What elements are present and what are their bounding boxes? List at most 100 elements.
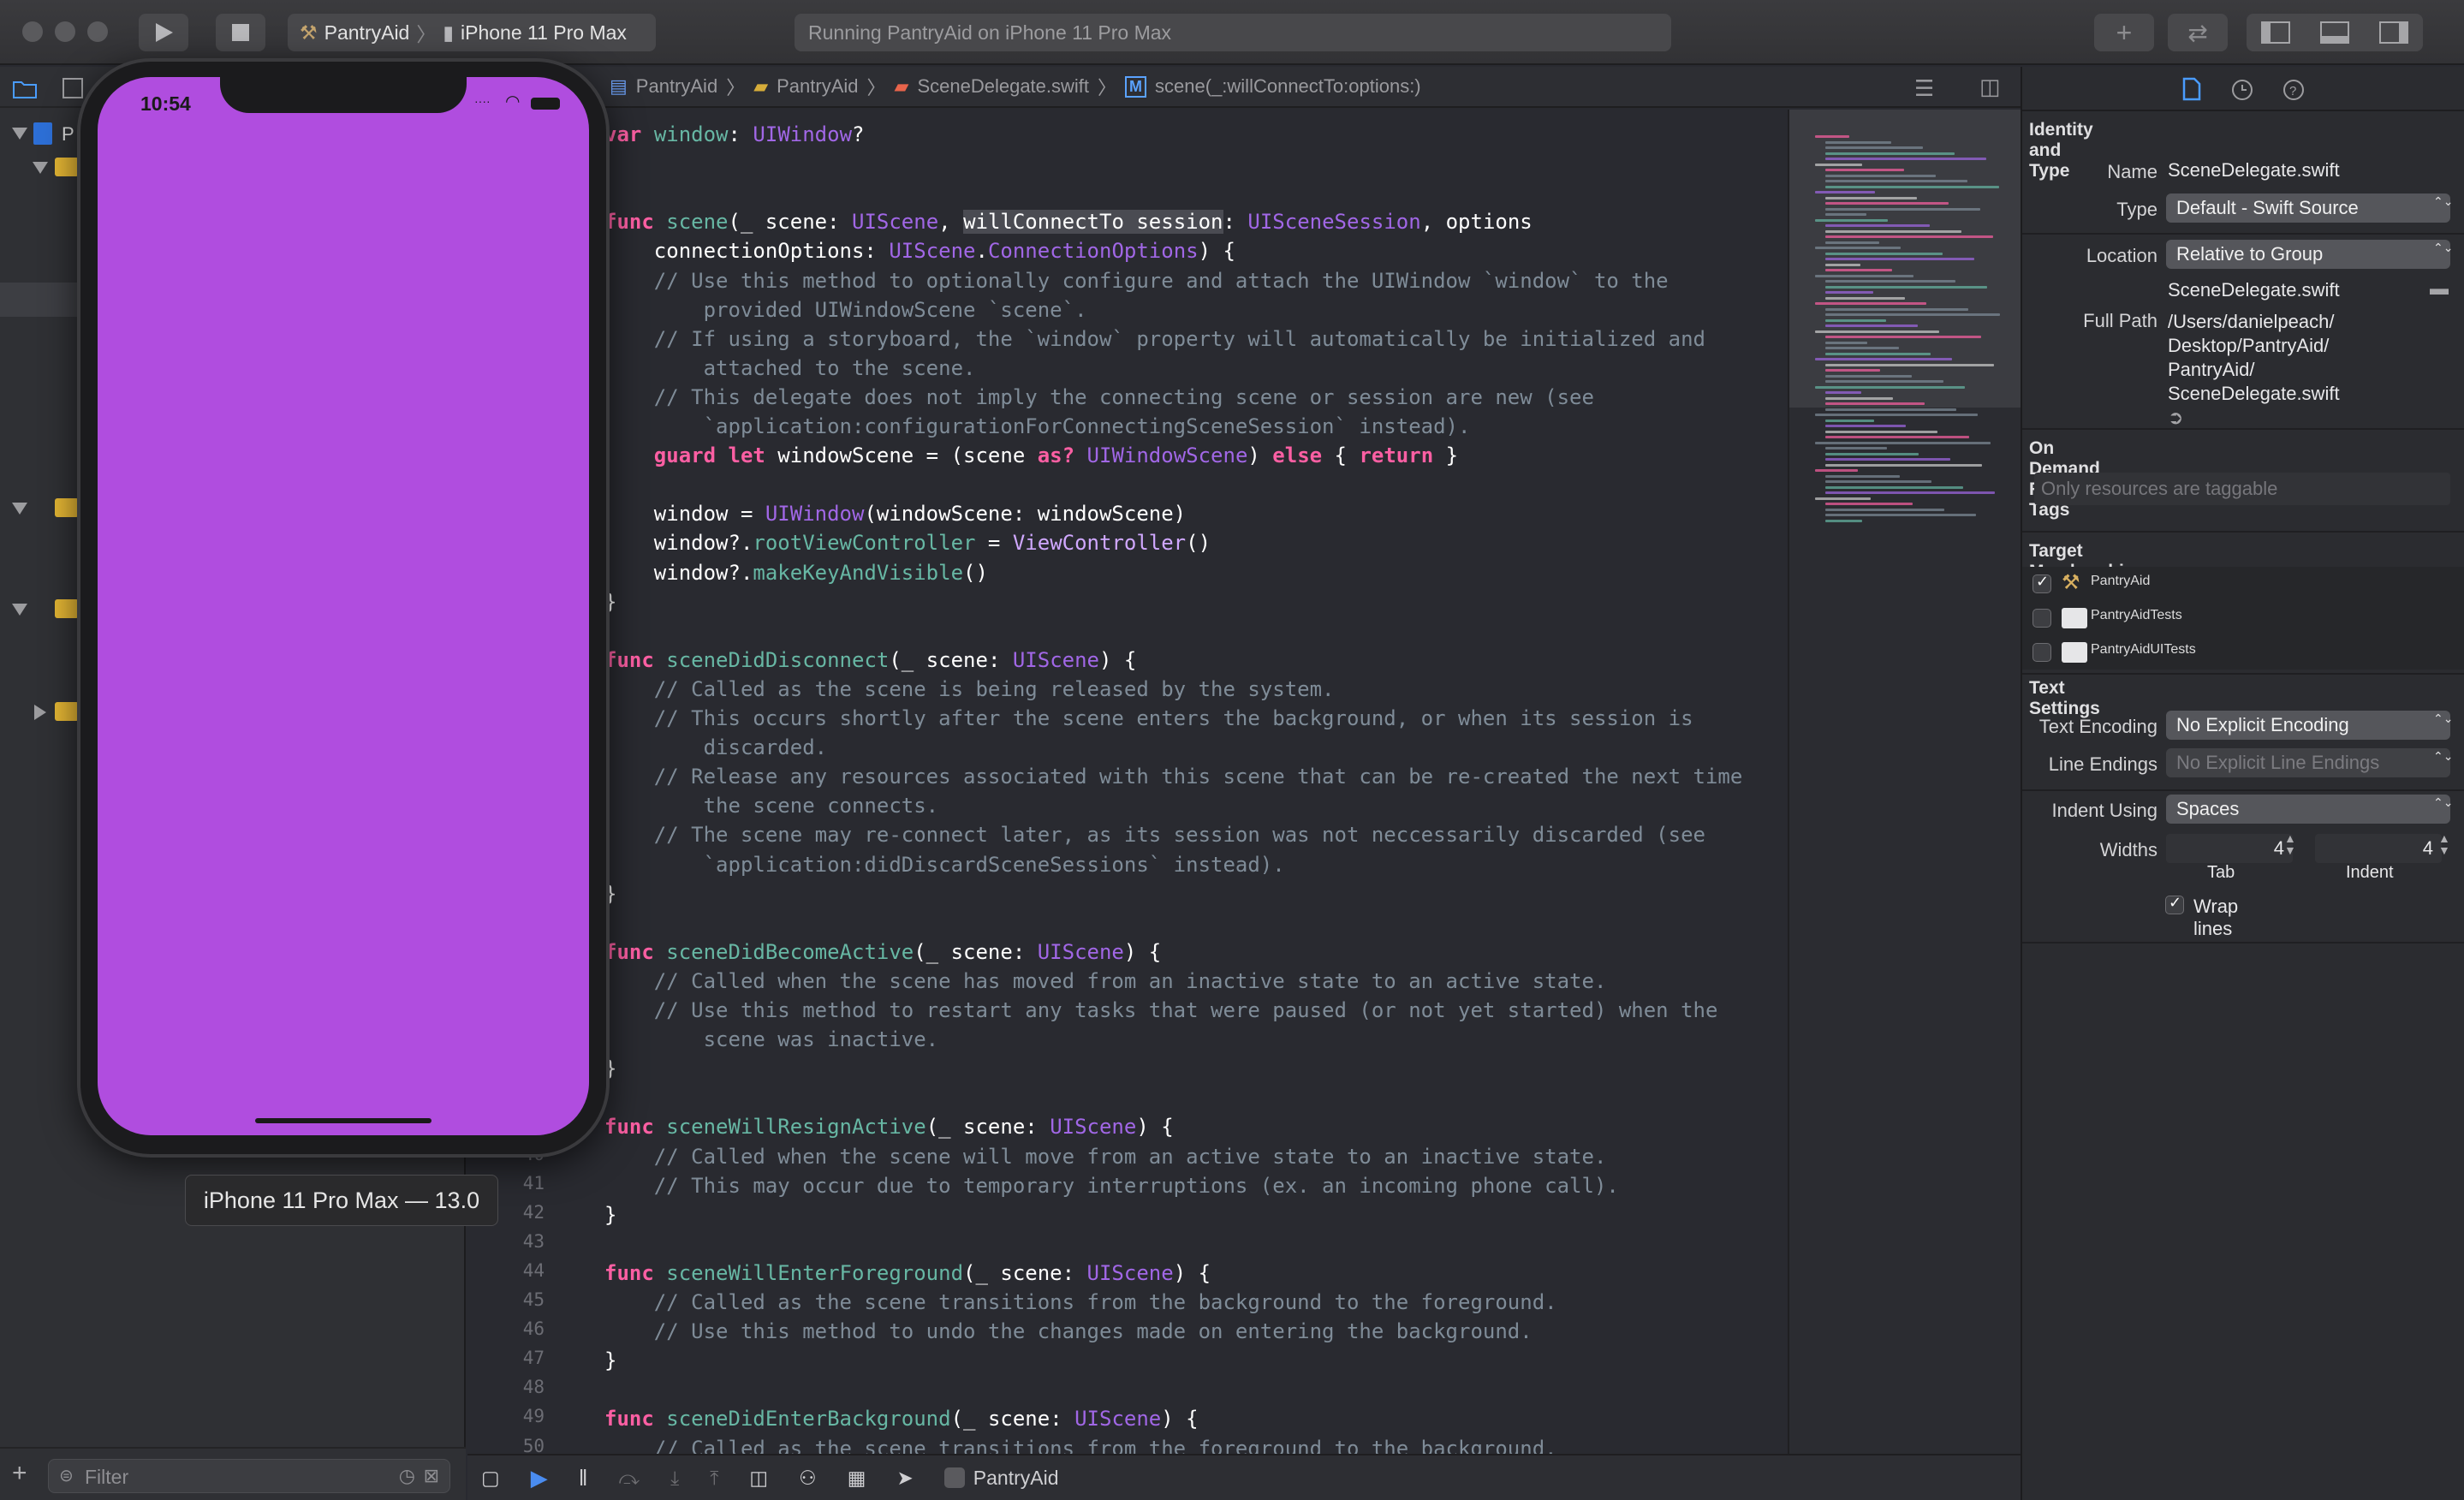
code-line[interactable]: window?.rootViewController = ViewControl… (604, 528, 1211, 557)
crumb-project[interactable]: PantryAid (636, 75, 717, 98)
code-line[interactable]: // Called when the scene will move from … (604, 1142, 1607, 1171)
tab-width-field[interactable]: 4 (2166, 834, 2293, 863)
code-line[interactable]: `application:didDiscardSceneSessions` in… (604, 850, 1285, 879)
step-over-icon[interactable]: ⤼ (618, 1467, 640, 1490)
breakpoints-toggle-icon[interactable]: ▶ (531, 1465, 548, 1491)
minimap[interactable] (1788, 110, 2021, 1454)
crumb-group[interactable]: PantryAid (777, 75, 858, 98)
code-line[interactable]: // This delegate does not imply the conn… (604, 383, 1594, 412)
code-line[interactable]: func sceneWillResignActive(_ scene: UISc… (604, 1112, 1174, 1141)
code-line[interactable]: // Release any resources associated with… (604, 762, 1743, 791)
odr-tags-input[interactable]: Only resources are taggable (2034, 473, 2450, 505)
code-line[interactable]: // This may occur due to temporary inter… (604, 1171, 1619, 1200)
toggle-debug-area-icon[interactable] (2319, 21, 2349, 44)
step-into-icon[interactable]: ⤓ (670, 1467, 679, 1490)
pause-icon[interactable]: ‖ (579, 1465, 588, 1491)
target-row-uitests[interactable]: PantryAidUITests (2022, 635, 2464, 670)
navigator-filter-input[interactable]: ⊜ Filter ◷ ⊠ (48, 1459, 450, 1493)
add-file-icon[interactable]: + (12, 1459, 27, 1488)
disclosure-open-icon[interactable] (12, 128, 27, 140)
source-control-navigator-icon[interactable] (62, 77, 84, 99)
toggle-navigator-icon[interactable] (2261, 21, 2291, 44)
indent-width-stepper[interactable]: ▲ ▼ (2438, 832, 2450, 856)
choose-folder-icon[interactable]: ▬ (2430, 277, 2449, 300)
code-line[interactable]: func sceneDidDisconnect(_ scene: UIScene… (604, 646, 1136, 675)
simulator-screen[interactable]: 10:54 ···· ◠ (98, 77, 589, 1135)
step-out-icon[interactable]: ⤒ (710, 1467, 718, 1490)
environment-overrides-icon[interactable]: ▦ (848, 1467, 866, 1490)
wrap-lines-checkbox[interactable] (2165, 894, 2184, 914)
code-line[interactable]: guard let windowScene = (scene as? UIWin… (604, 441, 1458, 470)
file-inspector-icon[interactable] (2181, 77, 2202, 101)
code-review-button[interactable]: ⇄ (2168, 14, 2228, 51)
code-line[interactable]: attached to the scene. (604, 354, 976, 383)
editor-options-icon[interactable]: ☰ (1914, 75, 1934, 102)
close-window-button[interactable] (22, 21, 43, 42)
disclosure-open-icon[interactable] (12, 503, 27, 515)
name-field[interactable]: SceneDelegate.swift (1858, 156, 2450, 185)
code-line[interactable]: // Called as the scene is being released… (604, 675, 1335, 704)
code-line[interactable]: func sceneDidBecomeActive(_ scene: UISce… (604, 938, 1161, 967)
crumb-method[interactable]: scene(_:willConnectTo:options:) (1155, 75, 1421, 98)
code-line[interactable]: // Use this method to undo the changes m… (604, 1317, 1533, 1346)
code-line[interactable]: `application:configurationForConnectingS… (604, 412, 1471, 441)
crumb-file[interactable]: SceneDelegate.swift (917, 75, 1089, 98)
code-line[interactable]: // Use this method to optionally configu… (604, 266, 1669, 295)
code-line[interactable]: the scene connects. (604, 791, 939, 820)
code-line[interactable]: func sceneDidEnterBackground(_ scene: UI… (604, 1404, 1199, 1433)
quick-help-icon[interactable]: ? (2282, 79, 2305, 101)
source-control-filter-icon[interactable]: ⊠ (424, 1465, 439, 1487)
code-line[interactable]: // The scene may re-connect later, as it… (604, 820, 1705, 849)
hide-debug-area-icon[interactable]: ▢ (481, 1467, 500, 1490)
encoding-popup[interactable]: No Explicit Encoding (2166, 711, 2450, 740)
zoom-window-button[interactable] (87, 21, 108, 42)
indent-using-popup[interactable]: Spaces (2166, 795, 2450, 824)
disclosure-open-icon[interactable] (33, 162, 48, 174)
code-line[interactable]: provided UIWindowScene `scene`. (604, 295, 1087, 324)
location-popup[interactable]: Relative to Group (2166, 240, 2450, 269)
type-popup[interactable]: Default - Swift Source (2166, 193, 2450, 223)
code-line[interactable]: // Called when the scene has moved from … (604, 967, 1607, 996)
code-line[interactable]: // This occurs shortly after the scene e… (604, 704, 1693, 733)
target-row-tests[interactable]: PantryAidTests (2022, 601, 2464, 635)
line-endings-popup[interactable]: No Explicit Line Endings (2166, 748, 2450, 777)
debug-target[interactable]: PantryAid (943, 1467, 1059, 1490)
code-line[interactable]: window?.makeKeyAndVisible() (604, 558, 988, 587)
code-line[interactable]: discarded. (604, 733, 828, 762)
code-line[interactable]: func sceneWillEnterForeground(_ scene: U… (604, 1259, 1211, 1288)
target-checkbox[interactable] (2033, 609, 2051, 628)
code-line[interactable]: window = UIWindow(windowScene: windowSce… (604, 499, 1186, 528)
target-row-pantryaid[interactable]: ⚒ PantryAid (2022, 567, 2464, 601)
target-checkbox[interactable] (2033, 643, 2051, 662)
toggle-inspector-icon[interactable] (2378, 21, 2408, 44)
stop-button[interactable] (216, 14, 265, 51)
home-indicator[interactable] (255, 1118, 431, 1123)
target-checkbox[interactable] (2033, 573, 2051, 593)
history-inspector-icon[interactable] (2231, 79, 2253, 101)
location-icon[interactable]: ➤ (897, 1467, 914, 1490)
code-line[interactable]: scene was inactive. (604, 1025, 939, 1054)
library-button[interactable]: + (2094, 14, 2154, 51)
code-line[interactable]: func scene(_ scene: UIScene, willConnect… (604, 207, 1533, 236)
tab-width-stepper[interactable]: ▲ ▼ (2284, 832, 2296, 856)
code-line[interactable]: // If using a storyboard, the `window` p… (604, 324, 1705, 354)
minimize-window-button[interactable] (55, 21, 75, 42)
tree-row-selected[interactable] (0, 283, 77, 317)
disclosure-open-icon[interactable] (12, 604, 27, 616)
code-line[interactable]: var window: UIWindow? (604, 120, 864, 149)
scheme-selector[interactable]: ⚒ PantryAid 〉 ▮ iPhone 11 Pro Max (288, 14, 656, 51)
split-editor-icon[interactable]: ◫ (1979, 74, 2001, 100)
run-button[interactable] (139, 14, 188, 51)
recent-files-icon[interactable]: ◷ (399, 1465, 415, 1487)
indent-width-field[interactable]: 4 (2315, 834, 2442, 863)
memory-graph-icon[interactable]: ⚇ (799, 1467, 817, 1490)
folder-navigator-icon[interactable] (12, 77, 38, 99)
view-hierarchy-icon[interactable]: ◫ (749, 1467, 768, 1490)
code-line[interactable]: } (604, 1346, 616, 1375)
code-line[interactable]: connectionOptions: UIScene.ConnectionOpt… (604, 236, 1235, 265)
code-line[interactable]: // Called as the scene transitions from … (604, 1288, 1557, 1317)
code-line[interactable]: } (604, 1200, 616, 1229)
disclosure-closed-icon[interactable] (34, 705, 46, 720)
reveal-in-finder-icon[interactable]: ➲ (2168, 407, 2183, 428)
code-line[interactable]: // Use this method to restart any tasks … (604, 996, 1718, 1025)
